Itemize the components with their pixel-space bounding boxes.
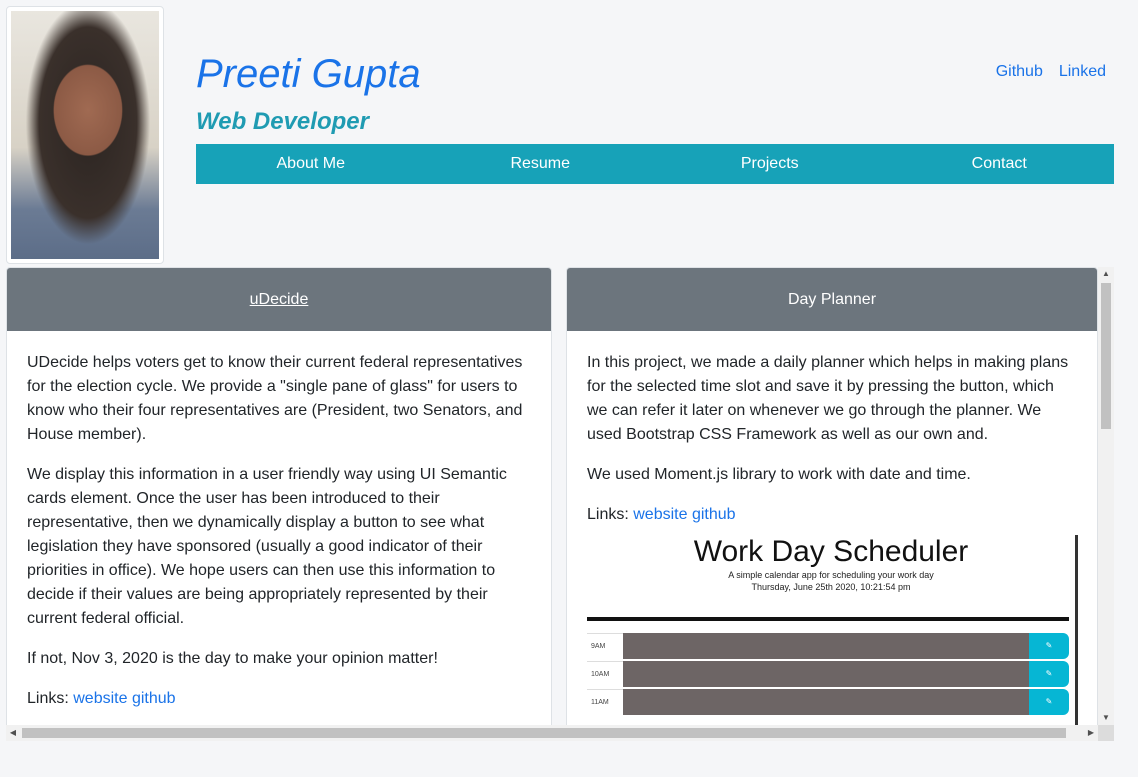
nav-contact[interactable]: Contact (885, 144, 1115, 184)
nav-resume[interactable]: Resume (426, 144, 656, 184)
avatar (11, 11, 159, 259)
divider (587, 617, 1069, 621)
scrollbar-thumb[interactable] (1101, 283, 1111, 429)
time-slot-bar (623, 633, 1029, 659)
scrollbar-corner (1098, 725, 1114, 741)
project-card-day-planner: Day Planner In this project, we made a d… (566, 267, 1098, 725)
time-slot-bar (623, 689, 1029, 715)
time-slot-bar (623, 661, 1029, 687)
profile-photo (6, 6, 164, 264)
card-paragraph: In this project, we made a daily planner… (587, 354, 1069, 443)
card-body-udecide: UDecide helps voters get to know their c… (7, 331, 551, 711)
card-title-day-planner: Day Planner (567, 268, 1097, 331)
card-title-udecide[interactable]: uDecide (7, 268, 551, 331)
scroll-left-icon[interactable]: ◀ (6, 725, 20, 741)
time-slot-hour: 10AM (587, 661, 623, 687)
github-repo-link[interactable]: github (692, 506, 736, 523)
top-links: Github Linked (996, 63, 1106, 81)
save-icon: ✎ (1029, 689, 1069, 715)
linkedin-link[interactable]: Linked (1059, 63, 1106, 81)
vertical-scrollbar[interactable]: ▲ ▼ (1098, 267, 1114, 725)
page-title: Preeti Gupta (196, 52, 421, 96)
card-links: Links: website github (27, 687, 531, 711)
card-body-day-planner: In this project, we made a daily planner… (567, 331, 1097, 725)
card-paragraph: We used Moment.js library to work with d… (587, 466, 971, 483)
card-paragraph: We display this information in a user fr… (27, 466, 507, 627)
scrollbar-thumb[interactable] (22, 728, 1066, 738)
scroll-right-icon[interactable]: ▶ (1084, 725, 1098, 741)
card-paragraph: UDecide helps voters get to know their c… (27, 354, 523, 443)
project-screenshot: Work Day Scheduler A simple calendar app… (587, 535, 1078, 725)
time-slot-hour: 9AM (587, 633, 623, 659)
horizontal-scrollbar[interactable]: ◀ ▶ (6, 725, 1098, 741)
time-slot-hour: 11AM (587, 689, 623, 715)
scroll-up-icon[interactable]: ▲ (1098, 267, 1114, 281)
github-repo-link[interactable]: github (132, 690, 176, 707)
preview-title: Work Day Scheduler (693, 535, 969, 568)
time-slot: 11AM ✎ (587, 689, 1069, 715)
card-links: Links: website github (587, 503, 1077, 527)
navbar: About Me Resume Projects Contact (196, 144, 1114, 184)
time-slot: 10AM ✎ (587, 661, 1069, 687)
github-link[interactable]: Github (996, 63, 1043, 81)
nav-projects[interactable]: Projects (655, 144, 885, 184)
project-card-udecide: uDecide UDecide helps voters get to know… (6, 267, 552, 725)
scroll-down-icon[interactable]: ▼ (1098, 711, 1114, 725)
preview-subtitle: A simple calendar app for scheduling you… (728, 570, 934, 580)
projects-scroll-area: uDecide UDecide helps voters get to know… (6, 267, 1098, 725)
nav-about-me[interactable]: About Me (196, 144, 426, 184)
website-link[interactable]: website (633, 506, 687, 523)
links-label: Links: (587, 506, 629, 523)
card-paragraph: If not, Nov 3, 2020 is the day to make y… (27, 650, 438, 667)
website-link[interactable]: website (73, 690, 127, 707)
preview-date: Thursday, June 25th 2020, 10:21:54 pm (751, 582, 911, 592)
page-subtitle: Web Developer (196, 108, 369, 135)
links-label: Links: (27, 690, 69, 707)
save-icon: ✎ (1029, 633, 1069, 659)
time-slot: 9AM ✎ (587, 633, 1069, 659)
save-icon: ✎ (1029, 661, 1069, 687)
